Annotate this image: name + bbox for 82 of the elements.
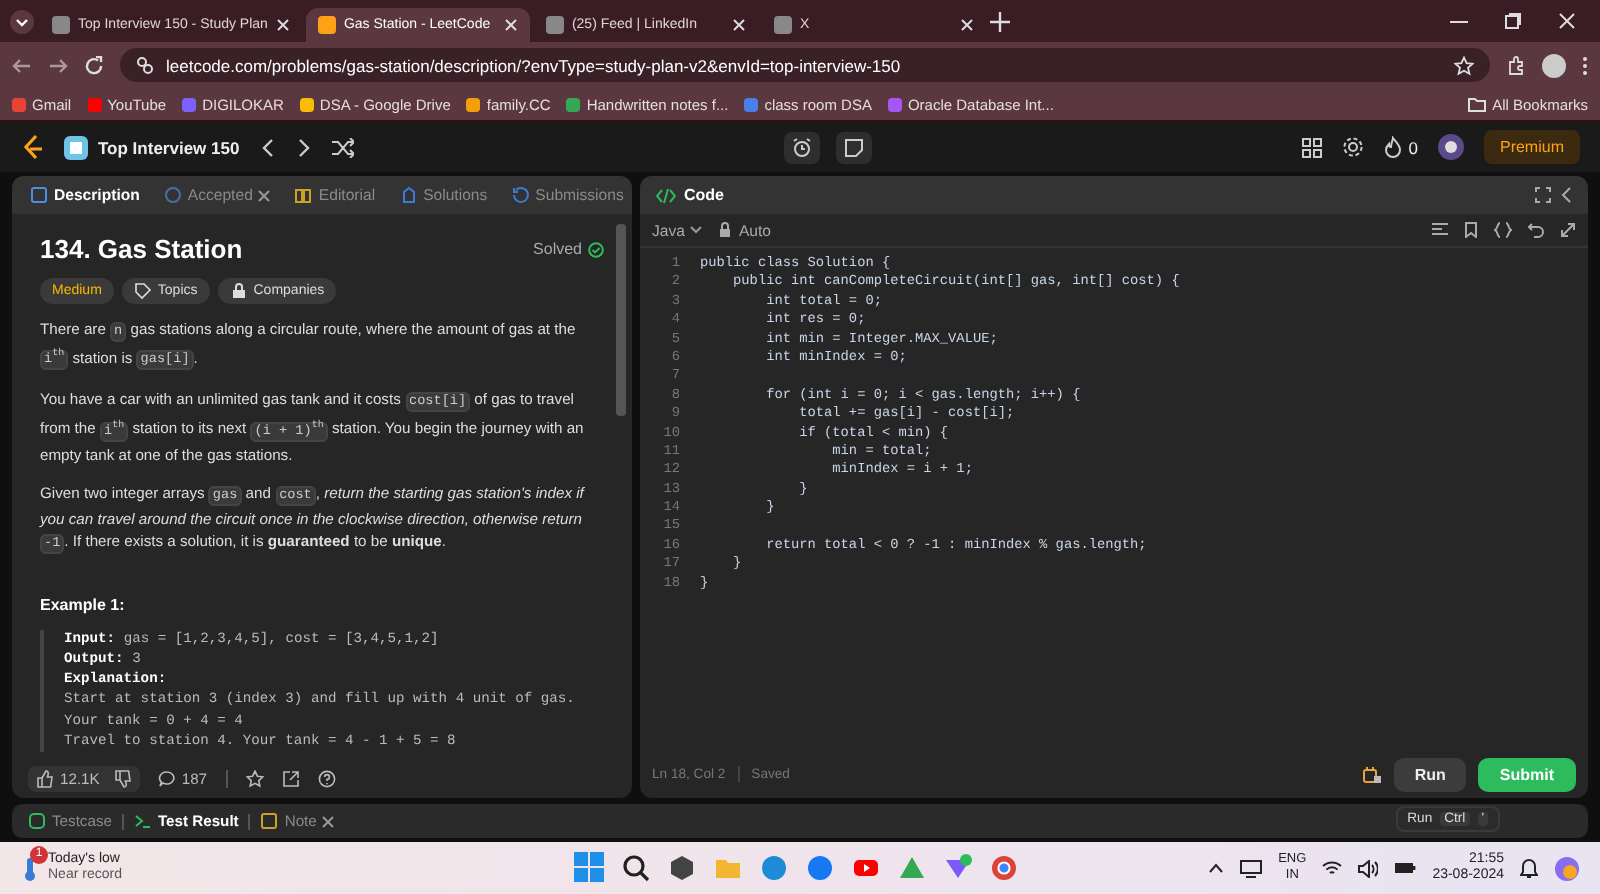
run-button[interactable]: Run [1394,757,1466,792]
notes-button[interactable] [835,131,872,163]
app-icon[interactable] [806,853,834,882]
avatar[interactable] [1542,53,1566,77]
study-plan-icon [64,135,88,159]
study-plan-link[interactable]: Top Interview 150 [64,135,240,159]
tab-favicon [773,16,792,34]
battery-icon[interactable] [1394,860,1417,876]
check-circle-icon [588,241,604,258]
site-info-icon[interactable] [136,56,154,74]
star-icon[interactable] [1454,55,1474,75]
lock-icon [718,222,733,239]
new-tab-icon[interactable] [989,11,1010,31]
alarm-clock-icon [791,137,812,157]
logo-icon[interactable] [20,133,44,161]
expand-icon[interactable] [1560,222,1576,239]
grid-icon[interactable] [1302,137,1323,157]
tab-icon [163,186,182,205]
undo-icon[interactable] [1528,222,1544,239]
format-icon[interactable] [1432,222,1448,239]
star-icon[interactable] [245,769,264,788]
fire-icon [1384,136,1403,158]
scrollbar[interactable] [616,224,626,417]
reload-icon[interactable] [84,55,104,75]
collapse-icon[interactable] [1560,186,1572,205]
solved-status: Solved [533,240,604,259]
wifi-icon[interactable] [1322,860,1343,876]
thumbs-down-icon[interactable] [113,769,132,788]
next-icon[interactable] [295,137,312,157]
tab-icon [399,186,418,205]
tab-icon [133,812,152,831]
volume-icon[interactable] [1358,859,1379,877]
search-icon[interactable] [622,853,650,882]
thumbs-up-icon [36,769,54,788]
tab-icon [260,812,279,831]
close-icon[interactable] [322,815,335,828]
tab-icon [511,186,530,205]
share-icon[interactable] [281,769,300,788]
app-icon[interactable] [944,853,972,882]
thermometer-icon [20,854,40,882]
extensions-icon[interactable] [1506,55,1526,75]
settings-icon[interactable] [1342,136,1365,158]
timer-button[interactable] [783,131,820,163]
braces-icon[interactable] [1494,222,1512,239]
app-icon[interactable] [760,853,788,882]
tab-icon [294,186,313,205]
address-field[interactable]: leetcode.com/problems/gas-station/description/?envType=study-plan-v2&envId=top-interview-150 [120,48,1490,82]
fullscreen-icon[interactable] [1534,186,1552,205]
example-heading: Example 1: [40,595,127,614]
start-icon[interactable] [574,852,604,883]
previous-icon[interactable] [259,137,276,157]
tab-favicon [317,16,336,34]
bell-icon[interactable] [1520,858,1538,878]
forward-icon[interactable] [48,55,68,75]
app-icon[interactable] [990,853,1018,882]
avatar[interactable] [1437,134,1464,160]
help-icon[interactable] [317,769,336,788]
back-icon[interactable] [12,55,32,75]
restore-icon[interactable] [1504,12,1522,30]
display-icon[interactable] [1240,859,1263,877]
caret-icon [690,226,703,235]
tab-icon [28,812,46,831]
hexagon-icon[interactable] [668,853,696,882]
streak-counter[interactable]: 0 [1384,136,1418,158]
shuffle-icon[interactable] [331,137,354,157]
bookmark-icon[interactable] [1464,222,1478,239]
note-icon [843,137,864,157]
premium-button[interactable]: Premium [1483,130,1580,164]
comment-icon [157,769,176,788]
lock-icon [229,282,248,301]
tab-icon [30,186,48,205]
tab-favicon [52,16,70,34]
panel-title: Code [684,186,724,205]
chevron-up-icon[interactable] [1208,862,1225,874]
tag-icon [133,282,152,301]
folder-icon [1468,96,1487,112]
menu-icon[interactable] [1582,55,1588,75]
problem-title: 134. Gas Station [40,234,243,265]
code-icon [656,187,676,204]
tab-list-icon[interactable] [8,7,36,35]
debug-icon[interactable] [1362,764,1383,785]
tab-favicon [545,16,564,34]
